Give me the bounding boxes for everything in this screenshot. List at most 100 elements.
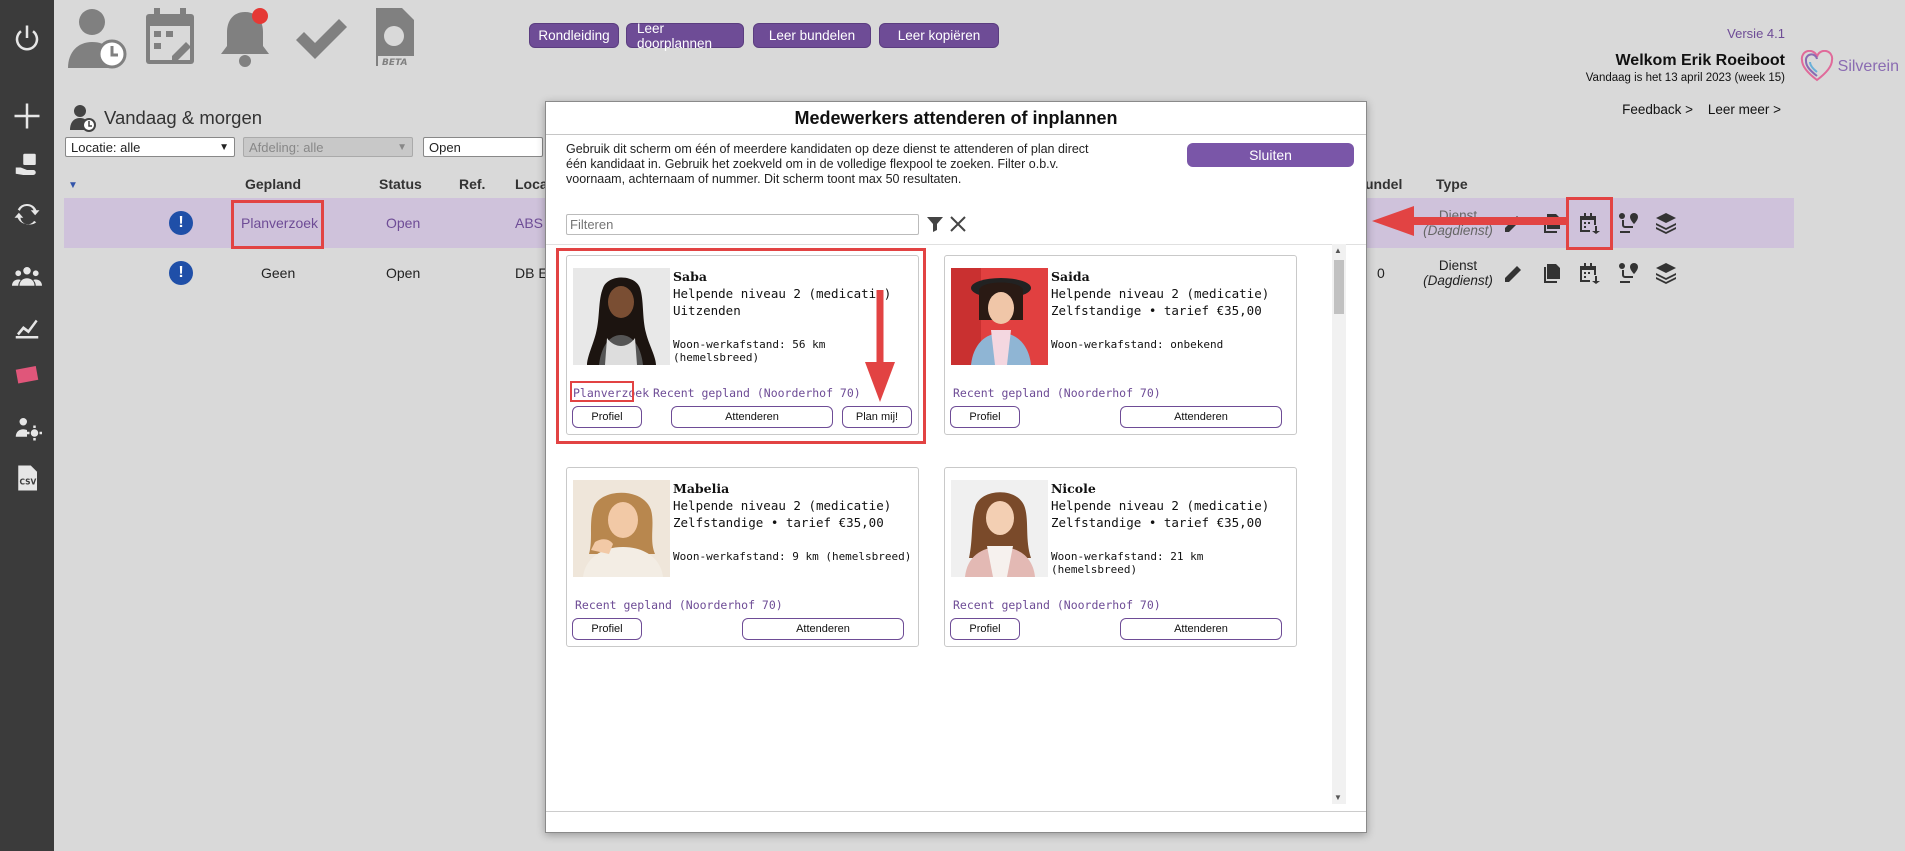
chevron-down-icon: ▼	[219, 141, 229, 153]
modal-description: Gebruik dit scherm om één of meerdere ka…	[566, 142, 1089, 186]
recent-gepland: Recent gepland (Noorderhof 70)	[575, 598, 783, 612]
filter-input[interactable]	[566, 214, 919, 235]
attend-button[interactable]: Attenderen	[1120, 618, 1282, 640]
pill-rondleiding[interactable]: Rondleiding	[529, 23, 619, 48]
user-clock-small-icon	[70, 105, 96, 132]
calendar-plan-icon[interactable]	[1575, 259, 1603, 287]
zzp-icon[interactable]	[8, 358, 46, 394]
route-icon[interactable]	[1615, 209, 1643, 237]
afdeling-select: Afdeling: alle ▼	[243, 137, 413, 157]
col-ref[interactable]: Ref.	[459, 176, 485, 192]
highlight-planverzoek-cell	[231, 200, 324, 249]
candidate-role: Helpende niveau 2 (medicatie)	[1051, 286, 1270, 301]
hand-plan-icon[interactable]	[8, 147, 46, 183]
modal-divider	[546, 134, 1366, 135]
candidate-contract: Zelfstandige • tarief €35,00	[673, 515, 884, 530]
candidate-name: Nicole	[1051, 481, 1096, 496]
svg-text:BETA: BETA	[382, 58, 407, 68]
sort-caret-icon[interactable]: ▼	[68, 180, 78, 191]
beta-search-icon[interactable]: BETA	[364, 6, 426, 70]
filter-icon[interactable]	[925, 214, 945, 234]
recent-gepland: Recent gepland (Noorderhof 70)	[953, 598, 1161, 612]
locatie-cell: ABS	[515, 215, 544, 231]
profile-button[interactable]: Profiel	[950, 406, 1020, 428]
candidate-distance: Woon-werkafstand: onbekend	[1051, 338, 1224, 351]
brand-name: Silverein	[1837, 58, 1899, 75]
add-icon[interactable]	[8, 98, 46, 134]
arrow-left-annotation	[1372, 206, 1568, 236]
leer-meer-link[interactable]: Leer meer >	[1708, 102, 1781, 117]
csv-icon[interactable]: CSV	[8, 460, 46, 496]
check-icon[interactable]	[290, 6, 352, 70]
brand-logo: Silverein	[1800, 50, 1899, 84]
candidate-role: Helpende niveau 2 (medicatie)	[1051, 498, 1270, 513]
type-line2: (Dagdienst)	[1423, 273, 1493, 288]
feedback-link[interactable]: Feedback >	[1622, 102, 1693, 117]
section-title-text: Vandaag & morgen	[104, 107, 263, 128]
candidate-photo	[951, 480, 1048, 577]
col-gepland[interactable]: Gepland	[245, 176, 301, 192]
col-locatie[interactable]: Loca	[515, 176, 548, 192]
candidate-card: Saida Helpende niveau 2 (medicatie) Zelf…	[944, 255, 1297, 435]
candidate-name: Mabelia	[673, 481, 730, 496]
pill-leer-doorplannen[interactable]: Leer doorplannen	[626, 21, 744, 51]
gepland-cell: Geen	[261, 265, 296, 281]
user-clock-icon[interactable]	[66, 6, 128, 70]
recent-gepland: Recent gepland (Noorderhof 70)	[953, 386, 1161, 400]
settings-users-icon[interactable]	[8, 410, 46, 446]
status-value: Open	[429, 139, 461, 155]
modal-bottom-divider	[546, 811, 1366, 812]
layers-icon[interactable]	[1652, 259, 1680, 287]
team-icon[interactable]	[8, 259, 46, 295]
svg-text:CSV: CSV	[20, 477, 37, 486]
candidate-distance: Woon-werkafstand: 9 km (hemelsbreed)	[673, 550, 912, 563]
locatie-value: Locatie: alle	[71, 139, 141, 155]
edit-icon[interactable]	[1500, 259, 1528, 287]
attend-button[interactable]: Attenderen	[742, 618, 904, 640]
version-label: Versie 4.1	[1727, 26, 1785, 41]
bell-icon[interactable]	[214, 6, 276, 70]
status-cell: Open	[386, 265, 421, 281]
today-date: Vandaag is het 13 april 2023 (week 15)	[1585, 72, 1785, 84]
modal-title: Medewerkers attenderen of inplannen	[794, 108, 1118, 128]
status-select[interactable]: Open	[423, 137, 543, 157]
section-title: Vandaag & morgen	[70, 104, 262, 132]
chart-icon[interactable]	[8, 308, 46, 344]
pill-leer-kopieren[interactable]: Leer kopiëren	[879, 23, 999, 48]
candidate-name: Saida	[1051, 269, 1090, 284]
close-button[interactable]: Sluiten	[1187, 143, 1354, 167]
route-icon[interactable]	[1615, 259, 1643, 287]
status-cell: Open	[386, 215, 421, 231]
refresh-icon[interactable]	[8, 196, 46, 232]
pill-leer-bundelen[interactable]: Leer bundelen	[753, 23, 871, 48]
type-cell: Dienst (Dagdienst)	[1418, 258, 1498, 288]
highlight-plan-icon	[1566, 197, 1613, 250]
calendar-edit-icon[interactable]	[140, 6, 202, 70]
heart-logo-icon	[1800, 50, 1833, 82]
locatie-select[interactable]: Locatie: alle ▼	[65, 137, 235, 157]
close-icon[interactable]	[948, 214, 968, 234]
attend-button[interactable]: Attenderen	[1120, 406, 1282, 428]
candidate-card: Nicole Helpende niveau 2 (medicatie) Zel…	[944, 467, 1297, 647]
type-line1: Dienst	[1438, 258, 1478, 273]
candidate-photo	[951, 268, 1048, 365]
scroll-up-icon[interactable]: ▲	[1334, 246, 1342, 255]
scroll-thumb[interactable]	[1334, 260, 1344, 314]
sidebar: CSV	[0, 0, 54, 851]
candidate-distance: Woon-werkafstand: 21 km (hemelsbreed)	[1051, 550, 1204, 576]
scrollbar[interactable]: ▲ ▼	[1332, 244, 1346, 804]
candidate-photo	[573, 480, 670, 577]
layers-icon[interactable]	[1652, 209, 1680, 237]
welcome-text: Welkom Erik Roeiboot	[1615, 52, 1785, 69]
col-bundel[interactable]: undel	[1365, 176, 1402, 192]
col-status[interactable]: Status	[379, 176, 422, 192]
bundel-cell: 0	[1377, 265, 1385, 281]
attend-modal: Medewerkers attenderen of inplannen Gebr…	[545, 101, 1367, 833]
scroll-down-icon[interactable]: ▼	[1334, 793, 1342, 802]
profile-button[interactable]: Profiel	[572, 618, 642, 640]
power-icon[interactable]	[8, 20, 46, 56]
candidate-card: Mabelia Helpende niveau 2 (medicatie) Ze…	[566, 467, 919, 647]
col-type[interactable]: Type	[1436, 176, 1468, 192]
profile-button[interactable]: Profiel	[950, 618, 1020, 640]
copy-icon[interactable]	[1538, 259, 1566, 287]
